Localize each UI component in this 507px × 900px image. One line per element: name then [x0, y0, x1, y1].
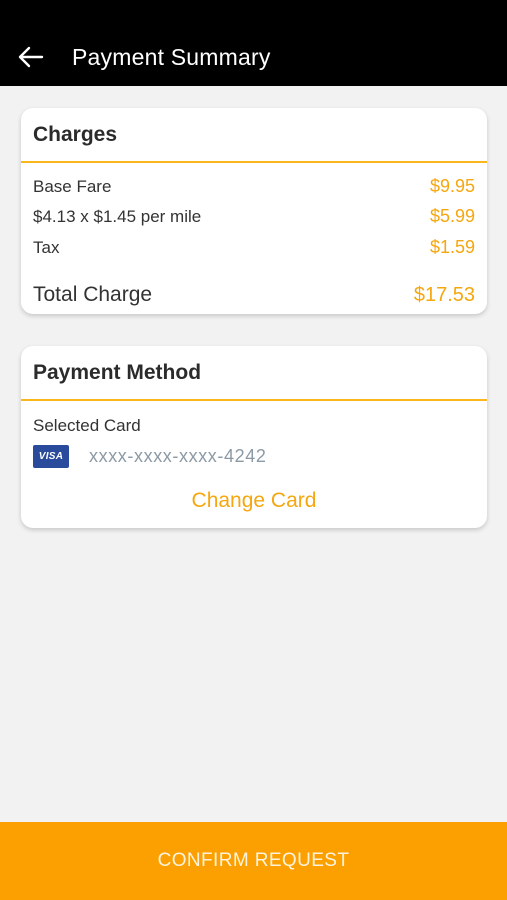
total-charge-amount: $17.53 — [413, 284, 475, 306]
app-header: Payment Summary — [0, 28, 507, 86]
charge-amount: $1.59 — [429, 237, 475, 257]
charge-amount: $9.95 — [429, 176, 475, 196]
charges-header: Charges — [21, 108, 487, 163]
total-charge-label: Total Charge — [33, 283, 153, 306]
payment-method-title: Payment Method — [33, 360, 202, 384]
charge-label: Tax — [33, 238, 60, 257]
back-arrow-icon — [18, 46, 44, 68]
payment-method-header: Payment Method — [21, 346, 487, 401]
total-charge-row: Total Charge $17.53 — [33, 283, 475, 307]
charges-title: Charges — [33, 122, 118, 146]
charge-row-base-fare: Base Fare $9.95 — [33, 176, 475, 197]
confirm-request-button[interactable]: CONFIRM REQUEST — [0, 822, 507, 900]
card-number: xxxx-xxxx-xxxx-4242 — [89, 446, 267, 466]
selected-card-label: Selected Card — [33, 416, 141, 435]
charge-row-tax: Tax $1.59 — [33, 237, 475, 258]
back-button[interactable] — [0, 28, 72, 86]
charge-amount: $5.99 — [429, 206, 475, 226]
charge-label: Base Fare — [33, 177, 112, 196]
charge-label: $4.13 x $1.45 per mile — [33, 207, 202, 226]
charges-card: Charges Base Fare $9.95 $4.13 x $1.45 pe… — [21, 108, 487, 314]
status-bar — [0, 0, 507, 28]
selected-card-row[interactable]: VISA xxxx-xxxx-xxxx-4242 — [33, 445, 266, 468]
visa-card-icon: VISA — [33, 445, 69, 468]
payment-method-card: Payment Method Selected Card VISA xxxx-x… — [21, 346, 487, 528]
page-title: Payment Summary — [72, 43, 271, 70]
charge-row-distance: $4.13 x $1.45 per mile $5.99 — [33, 206, 475, 227]
change-card-button[interactable]: Change Card — [21, 489, 487, 513]
